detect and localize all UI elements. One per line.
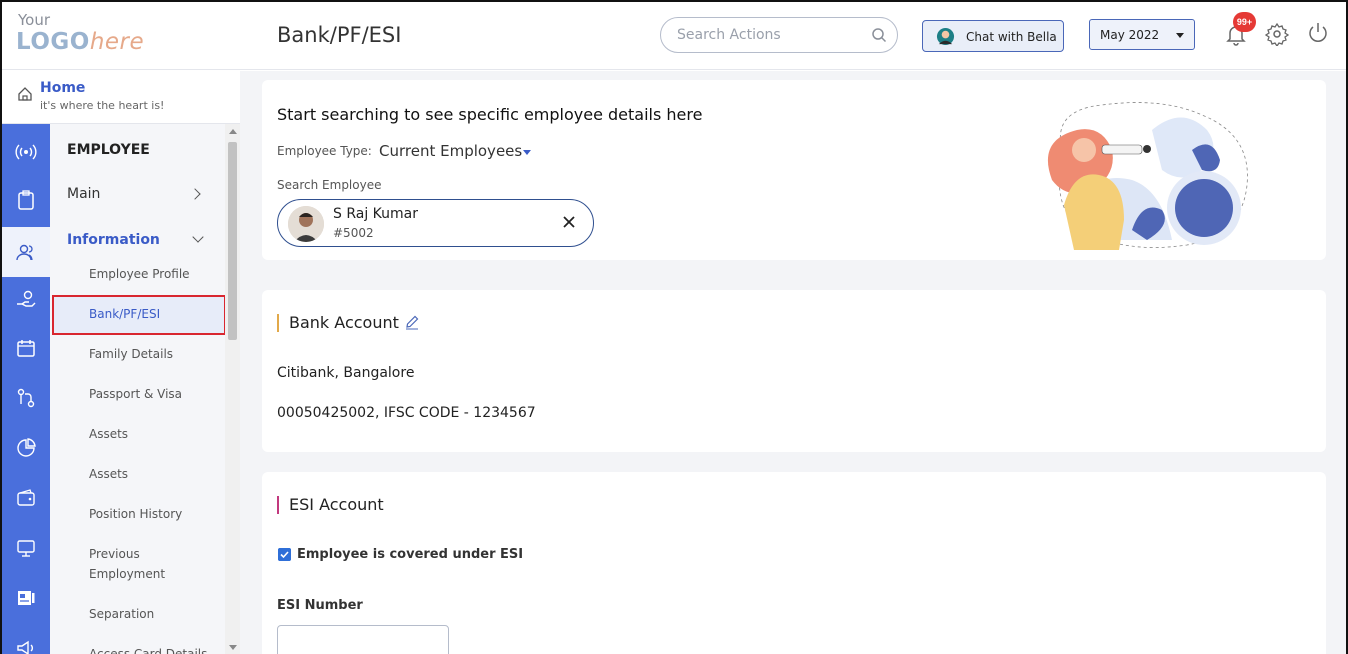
close-icon[interactable] — [561, 214, 577, 230]
top-bar: Your LOGOhere Bank/PF/ESI Chat with Bell… — [2, 2, 1346, 70]
menu-item-position-history[interactable]: Position History — [89, 504, 182, 524]
menu-scrollbar[interactable] — [225, 124, 240, 654]
avatar-photo-icon — [288, 206, 324, 242]
esi-number-label: ESI Number — [277, 598, 363, 613]
broadcast-icon — [15, 144, 37, 160]
menu-item-access-card-details[interactable]: Access Card Details — [89, 644, 207, 654]
logo-line2: LOGOhere — [16, 29, 158, 55]
rail-item-wallet[interactable] — [2, 473, 50, 523]
employee-search-card: Start searching to see specific employee… — [262, 80, 1326, 260]
chat-with-bella-button[interactable]: Chat with Bella — [922, 20, 1064, 52]
gear-icon[interactable] — [1265, 22, 1289, 46]
route-icon — [17, 388, 35, 408]
month-value: May 2022 — [1100, 28, 1160, 42]
scroll-thumb[interactable] — [228, 142, 237, 340]
menu-item-assets[interactable]: Assets — [89, 424, 128, 444]
rail-item-megaphone[interactable] — [2, 623, 50, 654]
esi-covered-label: Employee is covered under ESI — [297, 547, 524, 562]
rail-item-hand-money[interactable] — [2, 275, 50, 325]
calendar-icon — [17, 340, 35, 357]
menu-item-separation[interactable]: Separation — [89, 604, 154, 624]
home-icon — [18, 87, 32, 101]
home-link[interactable]: Home it's where the heart is! — [2, 70, 240, 124]
esi-account-title: ESI Account — [289, 495, 384, 514]
megaphone-icon — [17, 640, 33, 654]
search-input[interactable] — [677, 25, 867, 45]
month-select[interactable]: May 2022 — [1089, 19, 1195, 50]
employee-name: S Raj Kumar — [333, 206, 419, 222]
rail-item-broadcast[interactable] — [2, 127, 50, 177]
menu-item-previous-employment[interactable]: Previous Employment — [89, 544, 179, 584]
title-accent-bar — [277, 314, 279, 332]
selected-employee-chip[interactable]: S Raj Kumar #5002 — [277, 199, 594, 247]
scroll-down-icon[interactable] — [229, 645, 237, 650]
menu-section-title: EMPLOYEE — [67, 142, 150, 158]
search-employee-label: Search Employee — [277, 178, 382, 192]
menu-item-bank-pf-esi[interactable]: Bank/PF/ESI — [89, 304, 160, 324]
wallet-icon — [17, 489, 35, 506]
rail-item-calendar[interactable] — [2, 323, 50, 373]
clipboard-icon — [18, 190, 34, 210]
rail-item-monitor[interactable] — [2, 523, 50, 573]
bank-name: Citibank, Bangalore — [277, 365, 415, 381]
main-content: Start searching to see specific employee… — [240, 71, 1346, 654]
menu-group-information[interactable]: Information — [67, 232, 160, 248]
rail-item-pie-chart[interactable] — [2, 423, 50, 473]
search-icon[interactable] — [871, 27, 887, 43]
chevron-down-icon[interactable] — [192, 231, 204, 243]
esi-account-card: ESI Account Employee is covered under ES… — [262, 472, 1326, 654]
logo-word-here: here — [89, 29, 145, 55]
caret-down-icon[interactable] — [523, 150, 531, 155]
caret-down-icon — [1176, 33, 1184, 38]
menu-item-employee-profile[interactable]: Employee Profile — [89, 264, 190, 284]
monitor-icon — [17, 540, 35, 557]
pencil-edit-icon[interactable] — [404, 314, 420, 330]
bank-account-card: Bank Account Citibank, Bangalore 0005042… — [262, 290, 1326, 452]
rail-item-clipboard[interactable] — [2, 175, 50, 225]
employee-avatar — [288, 206, 324, 242]
employee-menu: EMPLOYEE Main Information Employee Profi… — [50, 124, 225, 654]
pie-chart-icon — [17, 438, 36, 457]
logo: Your LOGOhere — [16, 12, 158, 60]
id-card-icon — [18, 591, 35, 605]
scroll-up-icon[interactable] — [229, 129, 237, 134]
chevron-right-icon[interactable] — [189, 188, 201, 200]
employee-type-select[interactable]: Current Employees — [379, 142, 522, 160]
title-accent-bar — [277, 496, 279, 514]
page-title: Bank/PF/ESI — [277, 23, 402, 47]
esi-number-field[interactable] — [277, 625, 449, 654]
bank-account-title: Bank Account — [289, 313, 399, 332]
rail-item-id-card[interactable] — [2, 573, 50, 623]
power-icon[interactable] — [1306, 21, 1330, 45]
chat-with-bella-label: Chat with Bella — [966, 30, 1057, 44]
notification-badge: 99+ — [1233, 12, 1256, 32]
bank-account-number: 00050425002, IFSC CODE - 1234567 — [277, 405, 536, 421]
home-title: Home — [40, 80, 86, 96]
employee-id: #5002 — [333, 226, 374, 240]
users-icon — [16, 244, 33, 261]
employee-type-label: Employee Type: — [277, 144, 372, 158]
search-actions[interactable] — [660, 17, 898, 53]
logo-word: LOGO — [16, 29, 90, 55]
menu-item-passport-visa[interactable]: Passport & Visa — [89, 384, 182, 404]
rail-item-users[interactable] — [2, 227, 50, 277]
bella-avatar-icon — [936, 27, 955, 46]
search-illustration — [1047, 102, 1248, 250]
menu-item-assets-2[interactable]: Assets — [89, 464, 128, 484]
icon-rail — [2, 124, 50, 654]
menu-group-main[interactable]: Main — [67, 186, 100, 202]
menu-item-family-details[interactable]: Family Details — [89, 344, 173, 364]
logo-line1: Your — [18, 11, 51, 29]
esi-covered-checkbox[interactable] — [278, 548, 291, 561]
home-subtitle: it's where the heart is! — [40, 99, 165, 112]
hand-money-icon — [17, 290, 36, 307]
search-card-title: Start searching to see specific employee… — [277, 105, 703, 124]
rail-item-route[interactable] — [2, 373, 50, 423]
